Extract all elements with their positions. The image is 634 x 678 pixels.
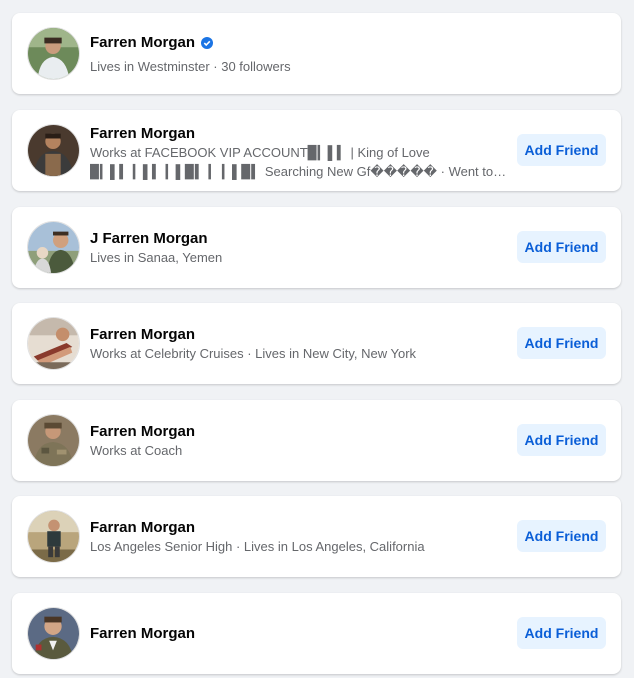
- profile-photo[interactable]: [27, 317, 80, 370]
- profile-name[interactable]: Farren Morgan: [90, 33, 509, 52]
- profile-photo[interactable]: [27, 414, 80, 467]
- profile-photo[interactable]: [27, 510, 80, 563]
- profile-photo[interactable]: [27, 221, 80, 274]
- add-friend-button[interactable]: Add Friend: [517, 424, 606, 456]
- profile-detail: Lives in Sanaa, Yemen: [90, 250, 223, 265]
- profile-name[interactable]: Farran Morgan: [90, 518, 509, 537]
- profile-name[interactable]: Farren Morgan: [90, 624, 509, 643]
- search-result-card[interactable]: Farren Morgan Works at Coach Add Friend: [12, 400, 621, 481]
- add-friend-button[interactable]: Add Friend: [517, 327, 606, 359]
- profile-detail: ▉▎▌▍ ▎▌▍ ▎▌▉▍ ▎ ▎▌▉▍ Searching New Gf���…: [90, 164, 509, 179]
- profile-photo[interactable]: [27, 124, 80, 177]
- add-friend-button[interactable]: Add Friend: [517, 617, 606, 649]
- verified-badge-icon: [201, 36, 214, 49]
- profile-detail: Lives in Westminster · 30 followers: [90, 59, 291, 74]
- search-result-card[interactable]: Farren Morgan Works at FACEBOOK VIP ACCO…: [12, 110, 621, 191]
- search-result-card[interactable]: Farren Morgan Lives in Westminster · 30 …: [12, 13, 621, 94]
- profile-name[interactable]: Farren Morgan: [90, 422, 509, 441]
- profile-name[interactable]: J Farren Morgan: [90, 229, 509, 248]
- profile-detail: Works at Celebrity Cruises · Lives in Ne…: [90, 346, 417, 361]
- profile-name[interactable]: Farren Morgan: [90, 124, 509, 143]
- search-result-card[interactable]: J Farren Morgan Lives in Sanaa, Yemen Ad…: [12, 207, 621, 288]
- profile-photo[interactable]: [27, 27, 80, 80]
- search-result-card[interactable]: Farran Morgan Los Angeles Senior High · …: [12, 496, 621, 577]
- profile-photo[interactable]: [27, 607, 80, 660]
- profile-name[interactable]: Farren Morgan: [90, 325, 509, 344]
- profile-detail: Works at FACEBOOK VIP ACCOUNT▉▎▌▍ | King…: [90, 145, 430, 160]
- add-friend-button[interactable]: Add Friend: [517, 520, 606, 552]
- search-result-card[interactable]: Farren Morgan Add Friend: [12, 593, 621, 674]
- search-result-card[interactable]: Farren Morgan Works at Celebrity Cruises…: [12, 303, 621, 384]
- profile-detail: Works at Coach: [90, 443, 183, 458]
- profile-detail: Los Angeles Senior High · Lives in Los A…: [90, 539, 425, 554]
- add-friend-button[interactable]: Add Friend: [517, 134, 606, 166]
- add-friend-button[interactable]: Add Friend: [517, 231, 606, 263]
